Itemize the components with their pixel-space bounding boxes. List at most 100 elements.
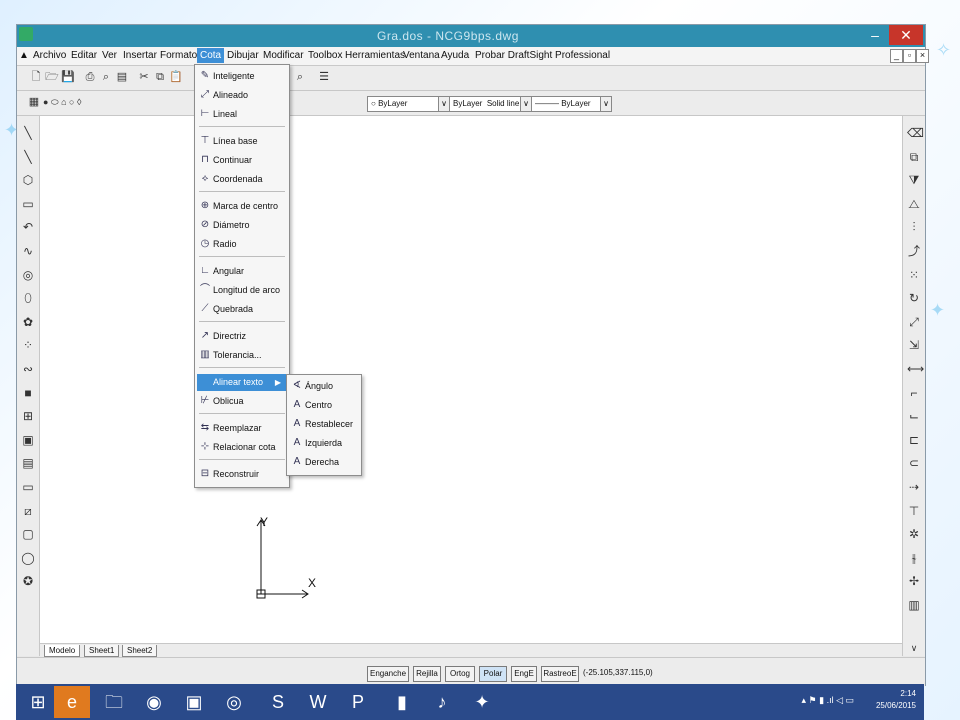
internet-explorer-icon[interactable]: e <box>54 686 90 718</box>
menu-item-angular[interactable]: ∟ Angular <box>197 263 287 280</box>
tab-sheet1[interactable]: Sheet1 <box>84 645 120 657</box>
save-icon[interactable]: 💾 <box>61 70 75 84</box>
gradient-icon[interactable]: ▣ <box>21 433 35 447</box>
menu-item-reconstruir[interactable]: ⊟ Reconstruir <box>197 466 287 483</box>
submenu-item-angulo[interactable]: ∢ Ángulo <box>289 377 359 396</box>
minimize-icon[interactable]: – <box>865 27 885 45</box>
circle-icon[interactable]: ◎ <box>21 268 35 282</box>
lineweight-combo[interactable]: ——— ByLayer ∨ <box>531 96 612 112</box>
freehand-icon[interactable]: ∾ <box>21 362 35 376</box>
menu-item-longitud-de-arco[interactable]: ⌒ Longitud de arco <box>197 282 287 299</box>
menu-archivo[interactable]: Archivo <box>33 50 66 61</box>
tab-sheet2[interactable]: Sheet2 <box>122 645 158 657</box>
copy-icon[interactable]: ⧉ <box>153 70 167 84</box>
firefox-icon[interactable]: ◉ <box>136 686 172 718</box>
audio-icon[interactable]: ♪ <box>424 686 460 718</box>
rectangle-icon[interactable]: ▭ <box>21 197 35 211</box>
esnap-button[interactable]: EngE <box>511 666 537 682</box>
drawing-canvas[interactable] <box>40 116 902 643</box>
layer-match-icon[interactable]: ▥ <box>907 598 921 612</box>
break-icon[interactable]: ⊏ <box>907 433 921 447</box>
table-icon[interactable]: ▤ <box>21 456 35 470</box>
menu-item-alinear-texto[interactable]: Alinear texto ▶ <box>197 374 287 391</box>
menu-toolbox[interactable]: Toolbox <box>308 50 342 61</box>
chevron-down-icon[interactable]: ∨ <box>907 641 921 655</box>
menu-item-directriz[interactable]: ↗ Directriz <box>197 328 287 345</box>
skype-icon[interactable]: S <box>260 686 296 718</box>
grid-button[interactable]: Rejilla <box>413 666 441 682</box>
menu-doc-icon[interactable]: ▲ <box>19 50 29 61</box>
zoom-icon[interactable]: ⌕ <box>293 70 307 84</box>
menu-item-quebrada[interactable]: ⟋ Quebrada <box>197 301 287 318</box>
fillet-icon[interactable]: ⊤ <box>907 504 921 518</box>
doc-close-icon[interactable]: × <box>916 49 929 63</box>
menu-ayuda[interactable]: Ayuda <box>441 50 469 61</box>
array-icon[interactable]: ⁙ <box>907 268 921 282</box>
menu-insertar[interactable]: Insertar <box>123 50 157 61</box>
menu-item-radio[interactable]: ◷ Radio <box>197 236 287 253</box>
linetype-combo[interactable]: ByLayer Solid line ∨ <box>449 96 532 112</box>
menu-ver[interactable]: Ver <box>102 50 117 61</box>
menu-item-marca-de-centro[interactable]: ⊕ Marca de centro <box>197 198 287 215</box>
menu-item-alineado[interactable]: ⤢ Alineado <box>197 87 287 104</box>
menu-item-continuar[interactable]: ⊓ Continuar <box>197 152 287 169</box>
copy-entity-icon[interactable]: ⧉ <box>907 150 921 164</box>
windows-start-icon[interactable]: ⊞ <box>20 686 56 718</box>
menu-cota[interactable]: Cota <box>197 48 225 63</box>
menu-item-coordenada[interactable]: ⟡ Coordenada <box>197 171 287 188</box>
word-icon[interactable]: W <box>300 686 336 718</box>
menu-item-relacionar-cota[interactable]: ⊹ Relacionar cota <box>197 439 287 456</box>
page-setup-icon[interactable]: ▤ <box>115 70 129 84</box>
scale-icon[interactable]: ⤢ <box>907 315 921 329</box>
clock[interactable]: 2:14 25/06/2015 <box>876 688 916 712</box>
text-icon[interactable]: ▭ <box>21 480 35 494</box>
open-file-icon[interactable]: 🗁 <box>45 70 59 84</box>
pattern-icon[interactable]: ⫶ <box>907 220 921 234</box>
layer-state-icon[interactable]: ● ⬭ ⌂ ○ ◊ <box>43 95 103 109</box>
system-tray-icons[interactable]: ▴ ⚑ ▮ .ıl ◁ ▭ <box>802 695 854 706</box>
snap-button[interactable]: Enganche <box>367 666 409 682</box>
menu-item-inteligente[interactable]: ✎ Inteligente <box>197 68 287 85</box>
cut-icon[interactable]: ✂ <box>137 70 151 84</box>
menu-item-lineal[interactable]: ⊢ Lineal <box>197 106 287 123</box>
align-icon[interactable]: ⫳ <box>907 551 921 565</box>
powerpoint-icon[interactable]: P <box>340 686 376 718</box>
menu-dibujar[interactable]: Dibujar <box>227 50 259 61</box>
block-icon[interactable]: ⊞ <box>21 409 35 423</box>
ellipse-icon[interactable]: ⬯ <box>21 291 35 305</box>
doc-restore-icon[interactable]: ▫ <box>903 49 916 63</box>
polygon-icon[interactable]: ⬡ <box>21 173 35 187</box>
layer-manager-icon[interactable]: ▦ <box>27 95 41 109</box>
menu-herramientas[interactable]: Herramientas <box>345 50 405 61</box>
menu-probar-professional[interactable]: Probar DraftSight Professional <box>475 50 610 61</box>
extend-icon[interactable]: ⌙ <box>907 409 921 423</box>
file-explorer-icon[interactable]: 🗀 <box>96 686 132 718</box>
print-preview-icon[interactable]: ⌕ <box>99 70 113 84</box>
close-icon[interactable]: ✕ <box>889 25 923 45</box>
spline-icon[interactable]: ∿ <box>21 244 35 258</box>
chrome-icon[interactable]: ◎ <box>216 686 252 718</box>
move-icon[interactable]: ⤴ <box>907 244 921 258</box>
new-file-icon[interactable]: 🗋 <box>29 70 43 84</box>
properties-match-icon[interactable]: ✢ <box>907 574 921 588</box>
submenu-item-centro[interactable]: A Centro <box>289 396 359 415</box>
menu-item-oblicua[interactable]: ⊬ Oblicua <box>197 393 287 410</box>
erase-icon[interactable]: ⌫ <box>907 126 924 140</box>
menu-item-reemplazar[interactable]: ⇆ Reemplazar <box>197 420 287 437</box>
etrack-button[interactable]: RastreoE <box>541 666 579 682</box>
stretch-icon[interactable]: ⇲ <box>907 338 921 352</box>
draftsight-taskbar-icon[interactable]: ✦ <box>464 686 500 718</box>
trim-icon[interactable]: ⌐ <box>907 386 921 400</box>
line-icon[interactable]: ╲ <box>21 126 35 140</box>
menu-ventana[interactable]: Ventana <box>403 50 440 61</box>
menu-editar[interactable]: Editar <box>71 50 97 61</box>
paste-icon[interactable]: 📋 <box>169 70 183 84</box>
image-icon[interactable]: ⧄ <box>21 504 35 518</box>
chamfer-icon[interactable]: ⇢ <box>907 480 921 494</box>
hatch-icon[interactable]: ■ <box>21 386 35 400</box>
red-app-icon[interactable]: ▮ <box>384 686 420 718</box>
mirror-icon[interactable]: ⧩ <box>907 173 921 187</box>
menu-formato[interactable]: Formato <box>160 50 197 61</box>
menu-item-diametro[interactable]: ⊘ Diámetro <box>197 217 287 234</box>
region-icon[interactable]: ▢ <box>21 527 35 541</box>
